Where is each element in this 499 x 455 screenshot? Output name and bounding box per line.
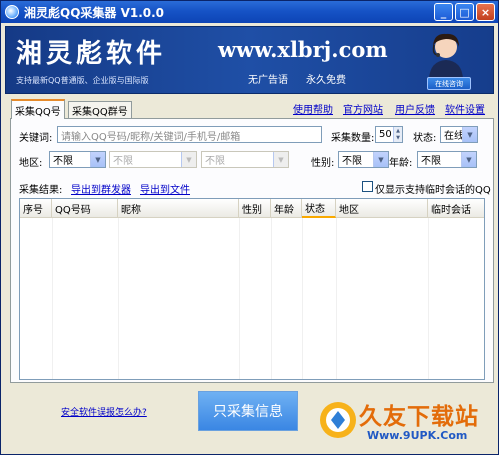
age-value: 不限 — [421, 156, 441, 167]
stepper-down-icon[interactable]: ▼ — [393, 134, 402, 142]
chevron-down-icon: ▼ — [461, 152, 476, 167]
slogan-no-ads: 无广告语 — [248, 75, 288, 86]
settings-link[interactable]: 软件设置 — [445, 101, 485, 116]
region-province-select[interactable]: 不限 ▼ — [49, 151, 106, 168]
age-select[interactable]: 不限 ▼ — [417, 151, 477, 168]
minimize-button[interactable]: _ — [434, 3, 453, 21]
grid-divider — [239, 218, 240, 379]
maximize-button[interactable]: □ — [455, 3, 474, 21]
col-age[interactable]: 年龄 — [271, 199, 302, 218]
col-gender[interactable]: 性别 — [239, 199, 271, 218]
chevron-down-icon: ▼ — [273, 152, 288, 167]
window-title: 湘灵彪QQ采集器 V1.0.0 — [24, 5, 165, 20]
status-label: 状态: — [413, 133, 437, 144]
chevron-down-icon: ▼ — [462, 127, 477, 142]
status-select[interactable]: 在线 ▼ — [440, 126, 478, 143]
age-label: 年龄: — [389, 158, 413, 169]
online-consult-button[interactable]: 在线咨询 — [427, 77, 471, 90]
count-label: 采集数量: — [331, 133, 375, 144]
results-grid[interactable]: 序号 QQ号码 昵称 性别 年龄 状态 地区 临时会话 — [19, 198, 485, 380]
chevron-down-icon: ▼ — [181, 152, 196, 167]
grid-divider — [118, 218, 119, 379]
status-value: 在线 — [444, 131, 462, 142]
col-nickname[interactable]: 昵称 — [118, 199, 239, 218]
collect-qq-panel: 关键词: 请输入QQ号码/昵称/关键词/手机号/邮箱 采集数量: 50 ▲ ▼ 状… — [10, 118, 494, 383]
gender-value: 不限 — [342, 156, 362, 167]
tab-collect-qq-group[interactable]: 采集QQ群号 — [68, 101, 132, 118]
tab-collect-qq[interactable]: 采集QQ号 — [11, 99, 65, 119]
chevron-down-icon: ▼ — [90, 152, 105, 167]
col-index[interactable]: 序号 — [20, 199, 52, 218]
stepper-arrows[interactable]: ▲ ▼ — [393, 127, 402, 142]
grid-divider — [52, 218, 53, 379]
export-to-file-link[interactable]: 导出到文件 — [140, 181, 190, 196]
close-button[interactable]: × — [476, 3, 495, 21]
watermark-title: 久友下载站 — [359, 404, 479, 430]
chevron-down-icon: ▼ — [373, 152, 388, 167]
watermark: 久友下载站 Www.9UPK.Com — [317, 393, 497, 451]
keyword-input[interactable]: 请输入QQ号码/昵称/关键词/手机号/邮箱 — [57, 126, 322, 143]
watermark-logo-icon — [320, 402, 356, 438]
app-icon — [5, 5, 19, 19]
region-label: 地区: — [19, 158, 43, 169]
keyword-label: 关键词: — [19, 133, 53, 144]
help-link[interactable]: 使用帮助 — [293, 101, 333, 116]
col-region[interactable]: 地区 — [336, 199, 428, 218]
only-temp-session-checkbox[interactable] — [362, 181, 373, 192]
app-window: 湘灵彪QQ采集器 V1.0.0 _ □ × 湘灵彪软件 支持最新QQ普通版、企业… — [0, 0, 499, 455]
grid-divider — [336, 218, 337, 379]
export-to-sender-link[interactable]: 导出到群发器 — [71, 181, 131, 196]
title-bar[interactable]: 湘灵彪QQ采集器 V1.0.0 _ □ × — [1, 1, 498, 23]
feedback-link[interactable]: 用户反馈 — [395, 101, 435, 116]
support-agent-avatar — [429, 33, 463, 79]
brand-name: 湘灵彪软件 — [16, 39, 167, 69]
gender-label: 性别: — [311, 158, 335, 169]
region-city-select[interactable]: 不限 ▼ — [109, 151, 197, 168]
watermark-url: Www.9UPK.Com — [367, 429, 468, 442]
region-district-select[interactable]: 不限 ▼ — [201, 151, 289, 168]
only-temp-session-label: 仅显示支持临时会话的QQ — [375, 185, 491, 196]
count-stepper[interactable]: 50 ▲ ▼ — [375, 126, 403, 143]
region-city-value: 不限 — [113, 156, 133, 167]
banner: 湘灵彪软件 支持最新QQ普通版、企业版与国际版 www.xlbrj.com 无广… — [5, 26, 494, 94]
stepper-up-icon[interactable]: ▲ — [393, 127, 402, 135]
brand-subtitle: 支持最新QQ普通版、企业版与国际版 — [16, 76, 149, 85]
gender-select[interactable]: 不限 ▼ — [338, 151, 389, 168]
grid-divider — [271, 218, 272, 379]
false-positive-help-link[interactable]: 安全软件误报怎么办? — [61, 405, 147, 418]
site-url: www.xlbrj.com — [218, 37, 388, 62]
grid-divider — [302, 218, 303, 379]
count-value: 50 — [379, 129, 392, 140]
collect-info-button[interactable]: 只采集信息 — [198, 391, 298, 431]
region-district-value: 不限 — [205, 156, 225, 167]
slogan-free: 永久免费 — [306, 75, 346, 86]
col-status[interactable]: 状态 — [302, 199, 336, 218]
results-label: 采集结果: — [19, 185, 63, 196]
region-province-value: 不限 — [53, 156, 73, 167]
website-link[interactable]: 官方网站 — [343, 101, 383, 116]
col-temp-session[interactable]: 临时会话 — [428, 199, 484, 218]
grid-divider — [428, 218, 429, 379]
col-qq-number[interactable]: QQ号码 — [52, 199, 118, 218]
grid-header: 序号 QQ号码 昵称 性别 年龄 状态 地区 临时会话 — [20, 199, 484, 218]
window-controls: _ □ × — [434, 3, 495, 21]
